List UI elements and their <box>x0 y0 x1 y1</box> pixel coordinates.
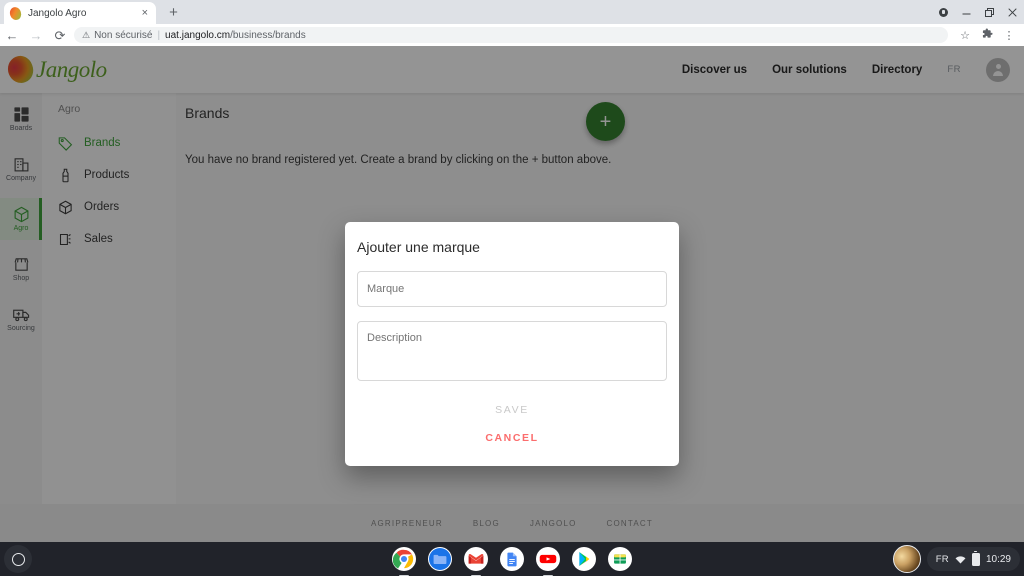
tab-title: Jangolo Agro <box>28 7 87 19</box>
battery-icon <box>971 550 980 566</box>
new-tab-button[interactable]: + <box>165 4 182 21</box>
dialog-body <box>345 271 679 381</box>
url-host: uat.jangolo.cm <box>165 29 231 41</box>
bookmark-star-icon[interactable]: ☆ <box>954 29 976 42</box>
window-controls <box>932 0 1024 24</box>
browser-toolbar: ← → ⟳ ⚠ Non sécurisé | uat.jangolo.cm /b… <box>0 24 1024 47</box>
wifi-icon <box>955 555 966 564</box>
files-app-icon[interactable] <box>428 547 452 571</box>
chrome-app-icon[interactable] <box>392 547 416 571</box>
browser-menu-icon[interactable]: ⋮ <box>998 29 1020 42</box>
docs-app-icon[interactable] <box>500 547 524 571</box>
chromeos-shelf: FR 10:29 <box>0 542 1024 576</box>
clock: 10:29 <box>985 553 1011 565</box>
page-viewport: Boards Company Agro Shop Sourcing Agro B… <box>0 46 1024 542</box>
forward-icon[interactable]: → <box>24 29 48 42</box>
screen: Jangolo Agro × + ← → ⟳ ⚠ Non sécurisé | … <box>0 0 1024 576</box>
back-icon[interactable]: ← <box>0 29 24 42</box>
youtube-app-icon[interactable] <box>536 547 560 571</box>
save-button[interactable]: SAVE <box>345 395 679 432</box>
add-brand-dialog: Ajouter une marque SAVE CANCEL <box>345 222 679 466</box>
close-window-button[interactable] <box>1001 0 1024 24</box>
tab-strip: Jangolo Agro × + <box>0 0 1024 24</box>
shelf-app-icons <box>0 542 1024 576</box>
gmail-app-icon[interactable] <box>464 547 488 571</box>
profile-badge-icon[interactable] <box>932 0 955 24</box>
warning-triangle-icon: ⚠ <box>82 29 91 40</box>
close-icon[interactable]: × <box>140 7 150 19</box>
brand-name-input[interactable] <box>357 271 667 307</box>
brand-description-input[interactable] <box>357 321 667 381</box>
sheets-app-icon[interactable] <box>608 547 632 571</box>
security-label: Non sécurisé <box>94 29 153 41</box>
browser-window: Jangolo Agro × + ← → ⟳ ⚠ Non sécurisé | … <box>0 0 1024 542</box>
address-bar[interactable]: ⚠ Non sécurisé | uat.jangolo.cm /busines… <box>74 27 948 43</box>
ime-language-label: FR <box>935 553 949 565</box>
dialog-title: Ajouter une marque <box>357 239 480 255</box>
toolbar-actions: ☆ ⋮ <box>954 28 1024 42</box>
status-area[interactable]: FR 10:29 <box>926 547 1020 571</box>
omnibox-separator: | <box>157 29 161 41</box>
minimize-button[interactable] <box>955 0 978 24</box>
browser-tab[interactable]: Jangolo Agro × <box>4 2 156 24</box>
play-store-app-icon[interactable] <box>572 547 596 571</box>
mango-favicon-icon <box>8 5 23 21</box>
maximize-button[interactable] <box>978 0 1001 24</box>
reload-icon[interactable]: ⟳ <box>48 29 72 42</box>
url-path: /business/brands <box>230 29 306 41</box>
dialog-actions: SAVE CANCEL <box>345 381 679 466</box>
cancel-button[interactable]: CANCEL <box>345 432 679 460</box>
user-avatar[interactable] <box>892 545 921 573</box>
extensions-puzzle-icon[interactable] <box>976 28 998 42</box>
system-tray[interactable]: FR 10:29 <box>892 545 1020 573</box>
